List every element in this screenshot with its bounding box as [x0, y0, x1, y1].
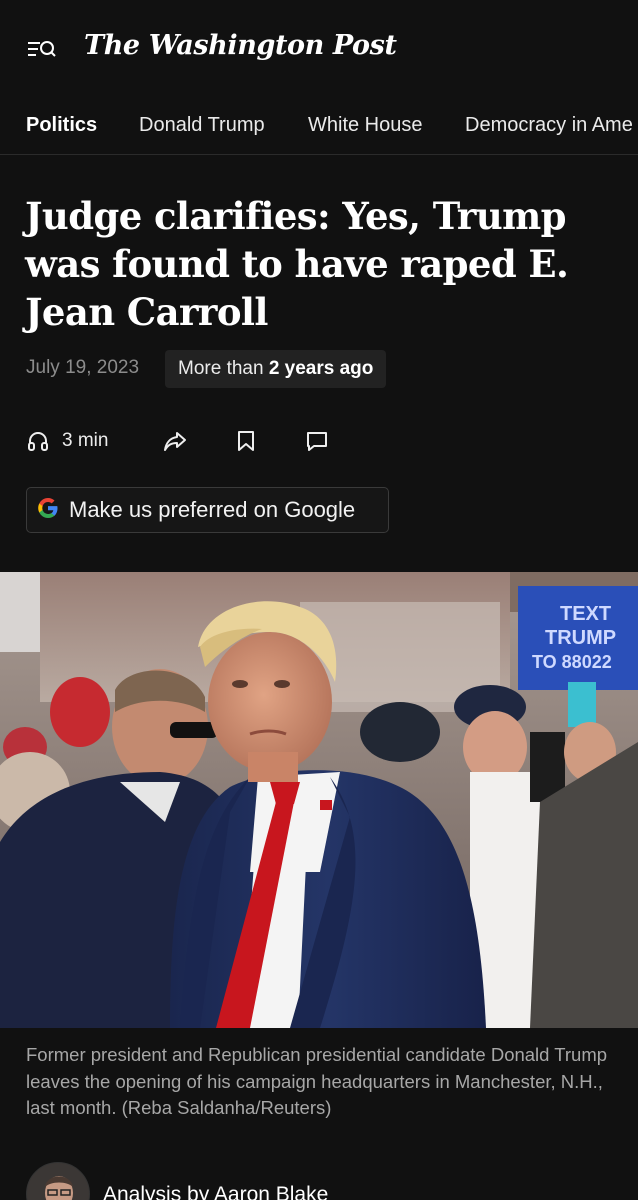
svg-text:TRUMP: TRUMP [545, 627, 616, 649]
age-prefix: More than [178, 358, 264, 379]
svg-text:TEXT: TEXT [560, 603, 611, 625]
bookmark-icon [236, 429, 256, 453]
preferred-on-google-label: Make us preferred on Google [69, 497, 356, 522]
article-age-badge: More than 2 years ago [165, 350, 387, 388]
comments-button[interactable] [305, 424, 329, 458]
listen-button[interactable]: 3 min [26, 424, 108, 458]
share-icon [162, 429, 188, 453]
preferred-on-google-button[interactable]: Make us preferred on Google [26, 487, 389, 533]
publish-date: July 19, 2023 [26, 357, 140, 378]
headphones-icon [26, 429, 50, 453]
author-avatar[interactable] [26, 1162, 90, 1200]
article-photo[interactable]: TEXT TRUMP TO 88022 [0, 572, 638, 1028]
google-logo-icon [35, 495, 61, 526]
byline-prefix: Analysis by [103, 1183, 214, 1200]
author-link[interactable]: Aaron Blake [214, 1183, 328, 1200]
byline-text: Analysis by Aaron Blake [103, 1183, 328, 1200]
photo-caption: Former president and Republican presiden… [26, 1044, 608, 1118]
share-button[interactable] [162, 424, 188, 458]
listen-duration: 3 min [62, 430, 109, 451]
bookmark-button[interactable] [236, 424, 256, 458]
comment-icon [305, 429, 329, 453]
nav-item-white-house[interactable]: White House [308, 114, 423, 137]
nav-item-democracy[interactable]: Democracy in Ame [465, 114, 633, 137]
byline: Analysis by Aaron Blake [0, 1150, 638, 1200]
site-logo[interactable]: The Washington Post [84, 30, 397, 61]
nav-item-donald-trump[interactable]: Donald Trump [139, 114, 265, 137]
menu-search-icon[interactable] [22, 34, 62, 66]
section-nav: Politics Donald Trump White House Democr… [0, 100, 638, 155]
site-header: The Washington Post [0, 0, 638, 96]
nav-item-politics[interactable]: Politics [26, 114, 97, 137]
campaign-sign: TEXT TRUMP TO 88022 [518, 586, 638, 690]
age-value: 2 years ago [268, 358, 374, 379]
article-actions: 3 min [26, 424, 346, 458]
svg-text:TO 88022: TO 88022 [532, 652, 612, 672]
article-headline: Judge clarifies: Yes, Trump was found to… [25, 194, 569, 334]
